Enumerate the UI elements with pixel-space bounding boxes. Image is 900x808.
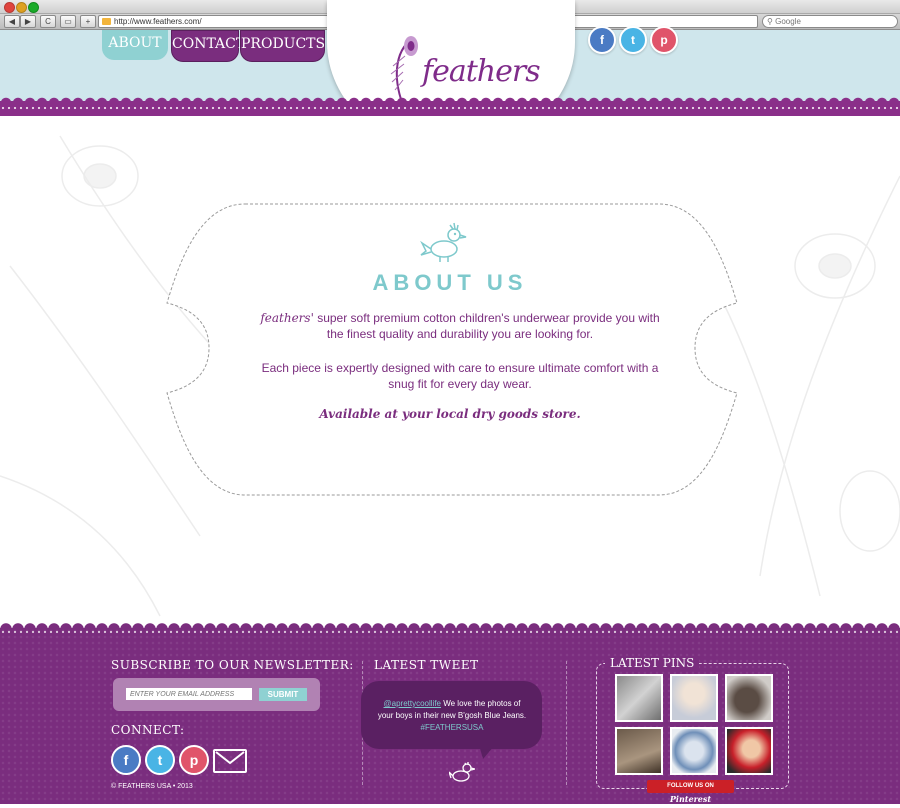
facebook-icon[interactable]: f	[111, 745, 141, 775]
pinterest-icon[interactable]: p	[650, 26, 678, 54]
bird-logo-icon	[420, 222, 467, 262]
newsletter-heading: SUBSCRIBE TO OUR NEWSLETTER:	[111, 658, 354, 672]
reload-button[interactable]: C	[40, 15, 56, 28]
site-favicon-icon	[102, 18, 111, 25]
connect-heading: CONNECT:	[111, 723, 185, 737]
brand-inline: feathers'	[260, 311, 314, 325]
nav-tab-products[interactable]: PRODUCTS	[240, 30, 325, 62]
nav-tab-about[interactable]: ABOUT	[102, 30, 168, 60]
site-logo[interactable]: feathers	[422, 54, 541, 89]
nav-tab-contact[interactable]: CONTACT	[171, 30, 245, 62]
tweet-handle-link[interactable]: @aprettycoollife	[384, 699, 441, 708]
back-button[interactable]: ◀	[4, 15, 20, 28]
browser-search-field[interactable]: ⚲ Google	[762, 15, 898, 28]
about-tagline: Available at your local dry goods store.	[319, 407, 581, 421]
pin-thumbnail[interactable]	[615, 674, 663, 722]
about-paragraph-2: Each piece is expertly designed with car…	[261, 361, 659, 391]
pin-thumbnail[interactable]	[725, 727, 773, 775]
submit-button[interactable]: SUBMIT	[259, 688, 307, 701]
tweet-hashtag-link[interactable]: #FEATHERSUSA	[421, 723, 484, 732]
url-text: http://www.feathers.com/	[114, 17, 202, 26]
footer-divider-2	[566, 661, 567, 785]
pin-thumbnail[interactable]	[670, 727, 718, 775]
pin-thumbnail[interactable]	[615, 727, 663, 775]
pinterest-prefix: FOLLOW US ON	[667, 783, 714, 789]
header-scallop-edge	[0, 95, 900, 103]
pin-thumbnail[interactable]	[725, 674, 773, 722]
newsletter-form: SUBMIT	[113, 678, 320, 711]
facebook-icon[interactable]: f	[588, 26, 616, 54]
pin-thumbnail[interactable]	[670, 674, 718, 722]
follow-pinterest-button[interactable]: FOLLOW US ON Pinterest	[647, 780, 734, 804]
pins-heading: LATEST PINS	[605, 656, 700, 670]
about-paragraph-1: feathers' super soft premium cotton chil…	[260, 310, 660, 342]
tweet-heading: LATEST TWEET	[374, 658, 479, 672]
pinterest-brand: Pinterest	[669, 794, 712, 804]
email-icon[interactable]	[213, 749, 247, 773]
about-paragraph-1-text: super soft premium cotton children's und…	[313, 311, 660, 341]
tweet-text: @aprettycoollife We love the photos of y…	[376, 698, 528, 734]
forward-button[interactable]: ▶	[20, 15, 36, 28]
copyright-text: © FEATHERS USA • 2013	[111, 783, 193, 790]
pinterest-icon[interactable]: p	[179, 745, 209, 775]
add-bookmark-button[interactable]: +	[80, 15, 96, 28]
header-stitch-dots	[0, 106, 900, 110]
email-field[interactable]	[126, 688, 252, 700]
twitter-icon[interactable]: t	[145, 745, 175, 775]
magnifier-icon: ⚲	[767, 17, 773, 26]
footer-stitch-dots	[0, 630, 900, 634]
bubble-tail	[479, 745, 495, 759]
twitter-icon[interactable]: t	[619, 26, 647, 54]
search-placeholder: Google	[775, 17, 801, 26]
about-title: ABOUT US	[372, 270, 528, 295]
bookmarks-button[interactable]: ▭	[60, 15, 76, 28]
bird-icon	[449, 762, 475, 782]
